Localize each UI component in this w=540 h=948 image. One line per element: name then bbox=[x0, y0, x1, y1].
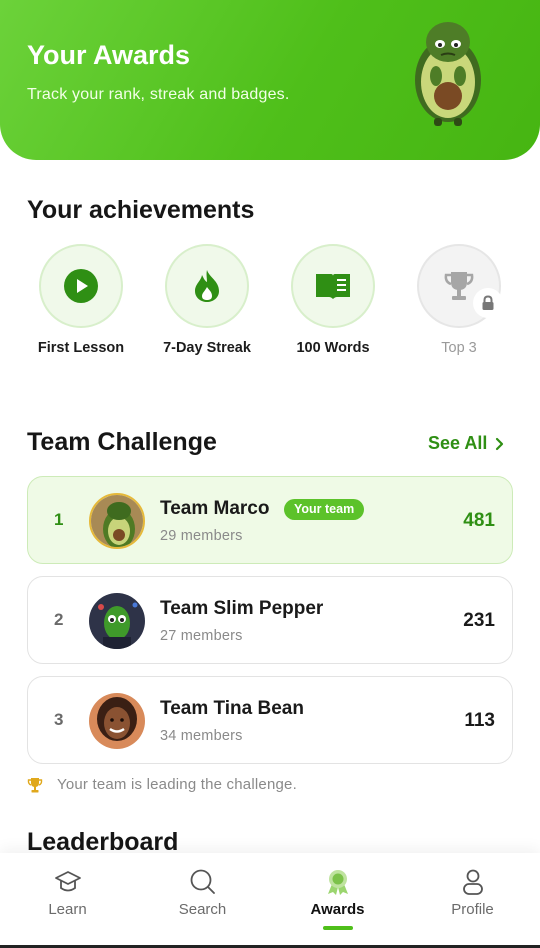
trophy-icon bbox=[27, 777, 43, 792]
user-icon bbox=[462, 869, 483, 895]
badge-7-day-streak[interactable]: 7-Day Streak bbox=[144, 244, 270, 356]
avocado-mascot-icon bbox=[415, 22, 481, 126]
nav-label: Learn bbox=[48, 901, 87, 918]
team-members: 34 members bbox=[160, 728, 243, 744]
team-rank: 1 bbox=[54, 510, 64, 529]
nav-profile[interactable]: Profile bbox=[405, 867, 540, 918]
team-rank: 3 bbox=[54, 710, 64, 729]
badge-label: First Lesson bbox=[37, 340, 125, 356]
see-all-label: See All bbox=[428, 433, 488, 453]
nav-label: Profile bbox=[451, 901, 494, 918]
page-title: Your Awards bbox=[27, 40, 191, 70]
team-name: Team Tina Bean bbox=[160, 698, 304, 719]
badge-label: 7-Day Streak bbox=[163, 340, 251, 356]
badge-label: 100 Words bbox=[296, 340, 370, 356]
play-icon bbox=[64, 269, 98, 303]
team-challenge-title: Team Challenge bbox=[27, 428, 217, 456]
leading-note: Your team is leading the challenge. bbox=[27, 776, 297, 793]
team-avatar bbox=[89, 493, 145, 549]
nav-label: Awards bbox=[310, 901, 365, 918]
team-row-slim-pepper[interactable]: 2 Team Slim Pepper 27 members 231 bbox=[27, 576, 513, 664]
badge-first-lesson[interactable]: First Lesson bbox=[18, 244, 144, 356]
team-row-tina-bean[interactable]: 3 Team Tina Bean 34 members 113 bbox=[27, 676, 513, 764]
your-team-badge: Your team bbox=[284, 499, 365, 520]
chevron-right-icon bbox=[496, 437, 504, 450]
flame-icon bbox=[195, 270, 219, 302]
leading-note-text: Your team is leading the challenge. bbox=[57, 776, 297, 793]
trophy-icon bbox=[444, 272, 474, 300]
see-all-link[interactable]: See All bbox=[428, 433, 505, 454]
team-score: 231 bbox=[463, 610, 495, 631]
team-avatar bbox=[89, 593, 145, 649]
team-row-marco[interactable]: 1 Team Marco Your team 29 members 481 bbox=[27, 476, 513, 564]
team-members: 27 members bbox=[160, 628, 243, 644]
team-score: 113 bbox=[464, 710, 495, 731]
award-icon bbox=[327, 870, 348, 895]
book-icon bbox=[316, 274, 350, 299]
bottom-nav: Learn Search Awards Profile bbox=[0, 853, 540, 948]
team-rank: 2 bbox=[54, 610, 64, 629]
nav-label: Search bbox=[178, 901, 227, 918]
lock-icon bbox=[482, 295, 494, 310]
lock-badge bbox=[473, 288, 503, 318]
team-name: Team Marco bbox=[160, 498, 270, 519]
badge-top-3[interactable]: Top 3 bbox=[396, 244, 522, 356]
page-subtitle: Track your rank, streak and badges. bbox=[27, 86, 290, 103]
team-name: Team Slim Pepper bbox=[160, 598, 324, 619]
team-avatar bbox=[89, 693, 145, 749]
active-indicator bbox=[322, 926, 353, 930]
team-members: 29 members bbox=[160, 528, 243, 544]
nav-search[interactable]: Search bbox=[135, 867, 270, 918]
badge-100-words[interactable]: 100 Words bbox=[270, 244, 396, 356]
nav-learn[interactable]: Learn bbox=[0, 867, 135, 918]
achievements-title: Your achievements bbox=[27, 196, 255, 224]
header-banner: Your Awards Track your rank, streak and … bbox=[0, 0, 540, 160]
nav-awards[interactable]: Awards bbox=[270, 867, 405, 930]
team-score: 481 bbox=[463, 510, 495, 531]
graduation-cap-icon bbox=[54, 871, 81, 892]
badge-label: Top 3 bbox=[441, 340, 477, 356]
search-icon bbox=[190, 869, 215, 894]
